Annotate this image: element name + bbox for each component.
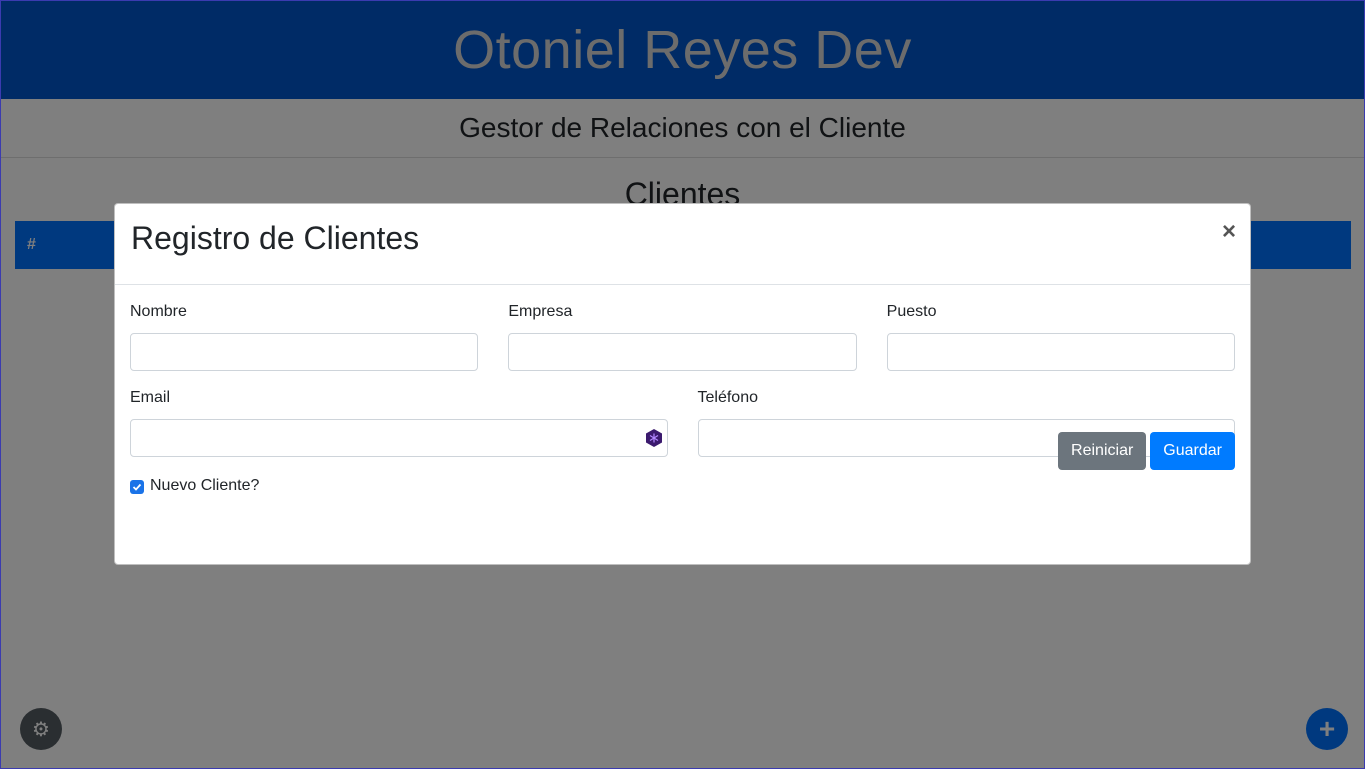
client-registration-modal: Registro de Clientes × Nombre Empresa Pu…	[114, 203, 1251, 565]
field-nombre: Nombre	[130, 303, 479, 371]
email-input[interactable]	[130, 419, 668, 457]
close-icon[interactable]: ×	[1222, 218, 1236, 246]
field-empresa: Empresa	[508, 303, 857, 371]
empresa-input[interactable]	[508, 333, 857, 371]
page: Otoniel Reyes Dev Gestor de Relaciones c…	[0, 0, 1365, 769]
field-puesto: Puesto	[886, 303, 1235, 371]
form-row-1: Nombre Empresa Puesto	[130, 303, 1235, 371]
modal-header: Registro de Clientes ×	[115, 204, 1250, 285]
field-email: Email	[130, 389, 668, 457]
check-icon	[132, 483, 142, 491]
empresa-label: Empresa	[508, 303, 573, 320]
telefono-label: Teléfono	[697, 389, 759, 406]
modal-title: Registro de Clientes	[131, 220, 420, 256]
save-button[interactable]: Guardar	[1150, 432, 1235, 470]
password-manager-icon[interactable]	[645, 429, 663, 447]
puesto-input[interactable]	[886, 333, 1235, 371]
nombre-input[interactable]	[130, 333, 479, 371]
email-label: Email	[130, 389, 171, 406]
modal-actions: Reiniciar Guardar	[1058, 432, 1235, 470]
nuevo-cliente-row: Nuevo Cliente?	[130, 477, 1235, 495]
puesto-label: Puesto	[886, 303, 937, 320]
nuevo-cliente-checkbox[interactable]	[130, 480, 144, 494]
nombre-label: Nombre	[130, 303, 187, 320]
reset-button[interactable]: Reiniciar	[1058, 432, 1147, 470]
nuevo-cliente-label: Nuevo Cliente?	[150, 477, 260, 494]
